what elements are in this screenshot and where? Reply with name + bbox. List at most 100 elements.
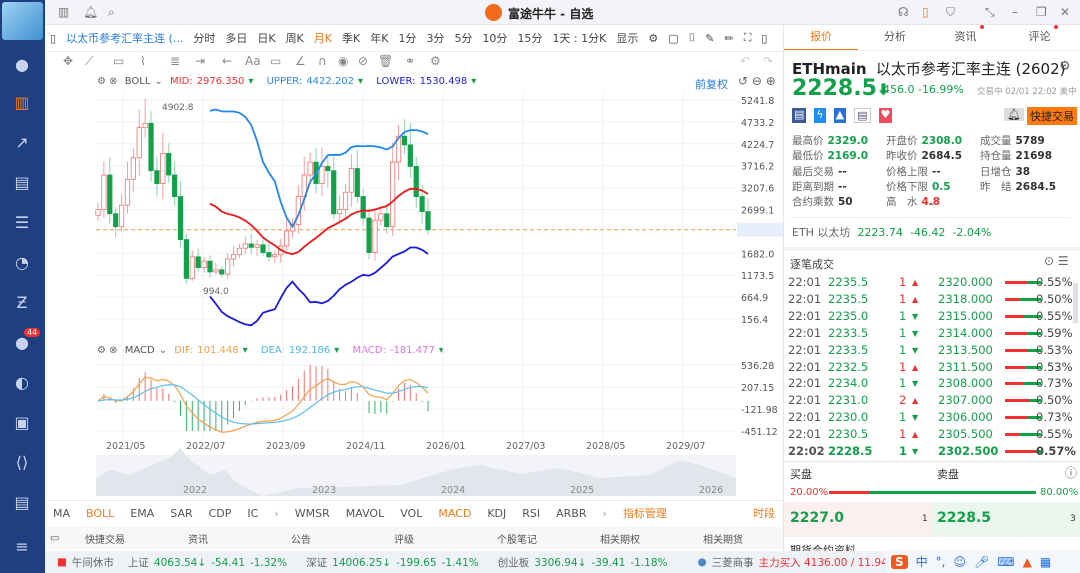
index-quote[interactable]: 创业板 3306.94↓ -39.41 -1.18% [498,555,673,570]
info-icon[interactable]: ⓘ [1065,464,1077,481]
tick-row: 22:01 2235.5 1 ▲ 2320.000 0.55% [788,275,1073,289]
candle [201,260,207,268]
favorite-heart-icon[interactable]: ♥ [878,108,893,123]
price-tick: 4733.2 [741,118,774,129]
macd-tick: -451.12 [741,427,778,438]
contract-info-title[interactable]: 期货合约资料 [790,542,856,551]
x-tick: 2026/01 [426,441,465,452]
restore-icon[interactable]: ❐ [1036,5,1047,19]
ask-pct: 80.00% [1040,487,1079,498]
more-icon[interactable]: ⊙ ☰ [1044,254,1069,268]
shirt-icon[interactable]: ⛉ [946,5,955,20]
quote-tab[interactable]: 报价 [784,25,858,49]
kline-chart[interactable]: 5241.84733.24224.73716.23207.62699.12228… [0,0,783,500]
candle [154,170,160,185]
bottom-tab[interactable]: 快捷交易 [85,531,188,546]
tick-row: 22:01 2231.0 2 ▲ 2307.000 0.50% [788,393,1073,408]
up-arrow-icon: ▲ [912,362,919,372]
news-stock[interactable]: 三菱商事 [712,555,754,570]
indicator-main[interactable]: BOLL [78,507,122,520]
indicator-main[interactable]: SAR [162,507,200,520]
mic-icon[interactable]: 🎤︎ [974,555,989,569]
close-icon[interactable]: ✕ [1060,5,1070,19]
candle [107,174,113,215]
badge-row: ▤ ϟ ▲ ▤ ♥ [792,108,893,123]
candle [337,209,343,215]
emoji-icon[interactable]: ☺ [954,555,967,569]
bottom-tab[interactable]: 相关期权 [600,531,703,546]
bottom-tab[interactable]: 个股笔记 [497,531,600,546]
index-quote[interactable]: 上证 4063.54↓ -54.41 -1.32% [128,555,292,570]
indicator-main[interactable]: EMA [122,507,162,520]
ask-size: 3 [1070,514,1076,524]
price-tick: 4224.7 [741,140,774,151]
quote-tab[interactable]: 分析 [858,25,932,49]
more-main-icon[interactable]: › [266,507,286,520]
candle [378,213,384,221]
indicator-sub[interactable]: WMSR [287,507,338,520]
ticks-scrollbar[interactable] [1073,283,1078,323]
stat-item: 昨 结 2684.5 [980,180,1057,193]
candle [130,157,136,180]
ime-lang-icon[interactable]: 中 [916,553,928,570]
bag-icon[interactable]: ▯ [922,5,929,19]
bottom-tab[interactable]: 评级 [394,531,497,546]
menu-icon[interactable]: ≡ [12,537,32,557]
stat-item: 价格下限 0.5 [886,180,951,193]
quote-tab[interactable]: 评论 [1006,25,1080,49]
indicator-sub[interactable]: MAVOL [338,507,392,520]
alert-bell-icon[interactable]: 🔔︎ [1004,108,1024,121]
doc-icon[interactable]: ▤ [854,108,871,123]
up-arrow-icon: ▲ [912,430,919,440]
nav-tick: 2022 [183,485,207,496]
stat-item: 最低价 2169.0 [792,150,869,163]
tick-row: 22:01 2235.5 1 ▲ 2318.000 0.50% [788,291,1073,306]
last-price: 2228.5⬇ [792,76,891,101]
candle [113,213,119,228]
apps-icon[interactable]: ▦ [1040,555,1051,569]
lightning-icon[interactable]: ϟ [814,108,826,123]
candle [236,247,243,256]
candle [319,165,325,185]
minimize-icon[interactable]: – [1012,5,1018,19]
headset-icon[interactable]: ☊ [898,5,909,19]
candle [177,196,184,241]
stat-item: 日增仓 38 [980,165,1031,178]
shrink-icon[interactable]: ⤡ [985,5,995,20]
quick-trade-button[interactable]: 快捷交易 [1027,107,1077,125]
candle [242,243,248,249]
min-label: 994.0 [203,287,229,297]
bottom-tab[interactable]: 资讯 [188,531,291,546]
index-quote[interactable]: 深证 14006.25↓ -199.65 -1.41% [306,555,484,570]
collapse-panel-icon[interactable]: ▭ [45,533,85,544]
candle [166,153,172,176]
quote-tab[interactable]: 资讯 [932,25,1006,49]
keyboard-icon[interactable]: ⌨ [997,555,1014,569]
sogou-icon[interactable]: S [891,554,908,569]
indicator-main[interactable]: MA [45,507,78,520]
bottom-tab[interactable]: 相关期货 [703,531,763,546]
punct-icon[interactable]: °, [936,555,946,569]
period-button[interactable]: 时段 [745,505,783,521]
candle [230,254,237,260]
ask-price: 2228.5 [937,510,992,526]
indicator-sub[interactable]: VOL [392,507,430,520]
bottom-tab[interactable]: 公告 [291,531,394,546]
indicator-sub[interactable]: KDJ [479,507,514,520]
skin-icon[interactable]: ▲ [1023,555,1032,569]
stat-item: 最高价 2329.0 [792,135,869,147]
down-arrow-icon: ▼ [912,311,919,321]
candle [148,122,154,172]
tick-row: 22:01 2230.5 1 ▲ 2305.500 0.55% [788,427,1073,442]
indicator-main[interactable]: CDP [201,507,240,520]
settings-icon[interactable]: ⚙ [1059,59,1071,74]
more-sub-icon[interactable]: › [594,507,614,520]
tier-icon[interactable]: ▲ [833,108,847,123]
indicator-manage[interactable]: 指标管理 [615,505,675,521]
indicator-sub[interactable]: RSI [514,507,548,520]
underlying-quote[interactable]: ETH 以太坊 2223.74 -46.42 -2.04% [792,224,991,240]
collapse-icon[interactable]: ⌃ [927,202,935,213]
indicator-main[interactable]: IC [239,507,266,520]
indicator-sub[interactable]: ARBR [548,507,594,520]
indicator-sub[interactable]: MACD [430,507,479,520]
